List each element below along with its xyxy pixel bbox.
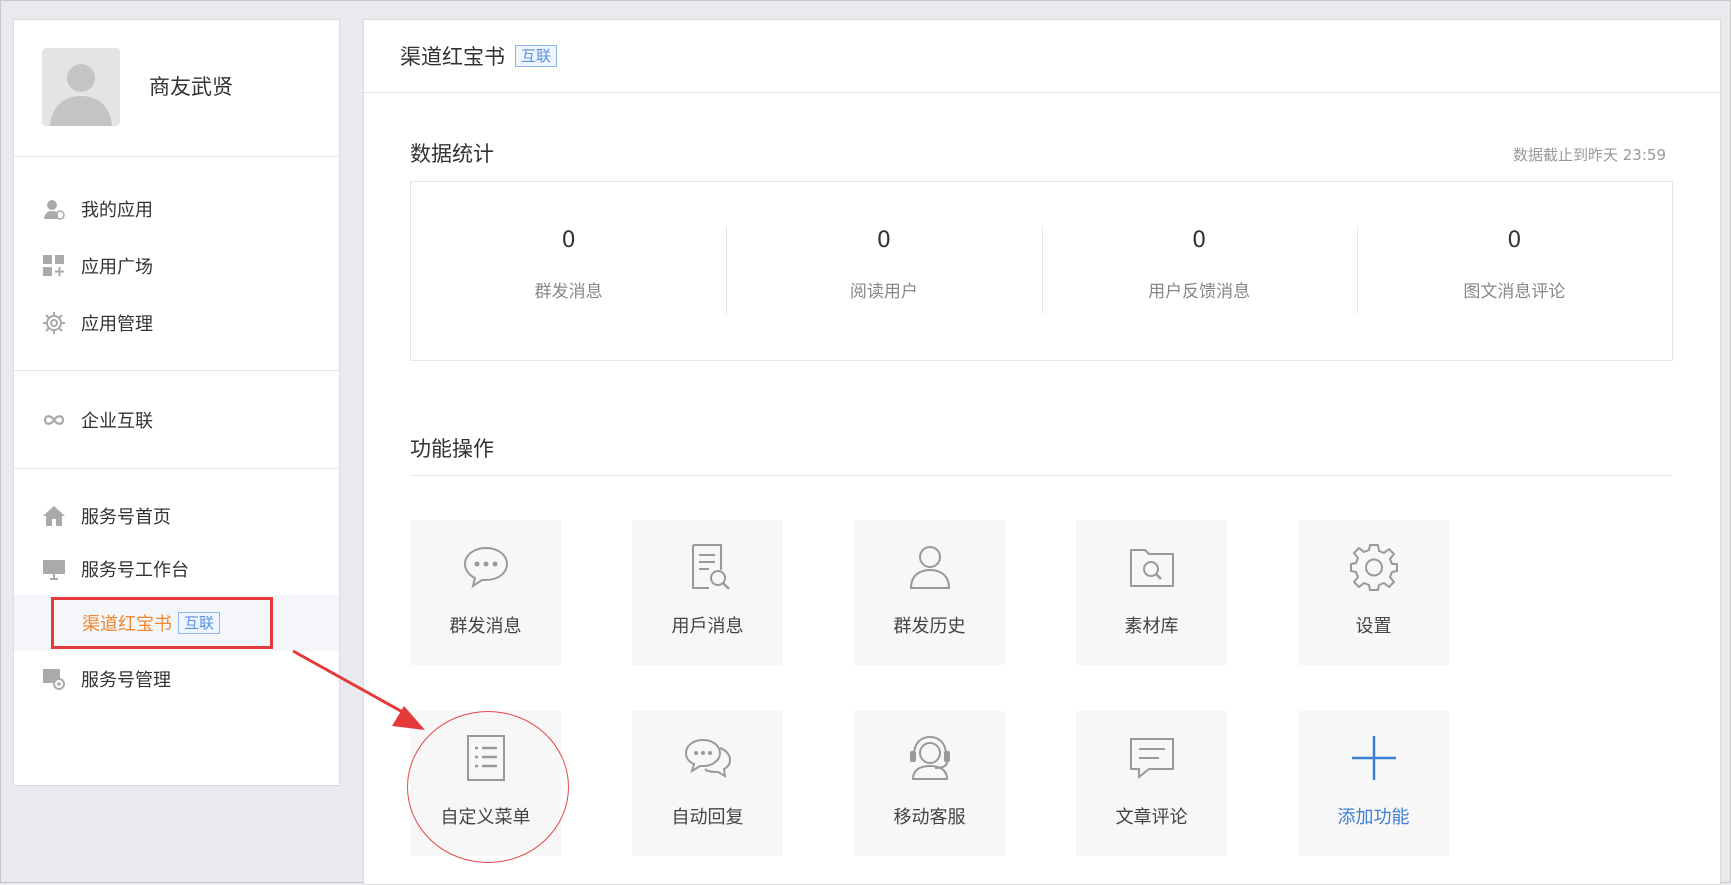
function-label: 素材库 xyxy=(1124,616,1179,637)
profile-area: 商友武贤 xyxy=(14,20,339,157)
function-tile-mobile-service[interactable]: 移动客服 xyxy=(854,711,1005,856)
function-tile-mass-history[interactable]: 群发历史 xyxy=(854,520,1005,665)
sidebar-item-label: 企业互联 xyxy=(81,410,153,432)
stat-label: 用户反馈消息 xyxy=(1148,282,1251,302)
function-label: 用戶消息 xyxy=(671,616,744,637)
section-divider xyxy=(410,475,1672,476)
avatar[interactable] xyxy=(42,48,120,126)
sidebar-item-label: 应用广场 xyxy=(81,256,153,278)
function-tile-settings[interactable]: 设置 xyxy=(1298,520,1449,665)
plus-icon xyxy=(1349,733,1399,783)
stats-title: 数据统计 xyxy=(410,142,494,166)
person-icon xyxy=(905,542,955,592)
stat-value: 0 xyxy=(1192,228,1207,253)
stat-card[interactable]: 0 阅读用户 xyxy=(726,182,1041,360)
function-tile-custom-menu[interactable]: 自定义菜单 xyxy=(410,711,561,856)
stat-value: 0 xyxy=(876,228,891,253)
sidebar-item-label: 服务号管理 xyxy=(81,670,171,691)
title-tag: 互联 xyxy=(515,45,558,67)
user-name: 商友武贤 xyxy=(149,75,233,99)
user-app-icon xyxy=(41,196,67,222)
stats-box: 0 群发消息 0 阅读用户 0 用户反馈消息 0 图文消息评论 xyxy=(410,181,1673,361)
document-search-icon xyxy=(683,542,733,592)
stat-label: 图文消息评论 xyxy=(1463,282,1566,302)
settings-gear-icon xyxy=(1349,542,1399,592)
sidebar-item-my-apps[interactable]: 我的应用 xyxy=(14,180,339,237)
stat-card[interactable]: 0 群发消息 xyxy=(411,182,726,360)
sidebar-item-service-manage[interactable]: 服务号管理 xyxy=(14,651,339,707)
stat-card[interactable]: 0 图文消息评论 xyxy=(1356,182,1672,360)
highlight-box: 渠道红宝书 互联 xyxy=(51,597,273,649)
function-label: 文章评论 xyxy=(1115,807,1188,828)
menu-list-icon xyxy=(461,733,511,783)
function-tile-auto-reply[interactable]: 自动回复 xyxy=(632,711,783,856)
sidebar-subitem-label: 渠道红宝书 xyxy=(82,614,172,635)
stat-card[interactable]: 0 用户反馈消息 xyxy=(1041,182,1357,360)
comment-box-icon xyxy=(1127,733,1177,783)
function-tile-article-comment[interactable]: 文章评论 xyxy=(1076,711,1227,856)
chat-bubble-icon xyxy=(461,542,511,592)
home-icon xyxy=(41,503,67,529)
sidebar-item-label: 服务号工作台 xyxy=(81,559,189,581)
sidebar-item-service-workbench[interactable]: 服务号工作台 xyxy=(14,542,339,595)
sidebar-item-label: 应用管理 xyxy=(81,313,153,335)
sidebar-item-label: 服务号首页 xyxy=(81,506,171,528)
interconnect-tag: 互联 xyxy=(178,612,221,634)
sidebar-item-enterprise-link[interactable]: 企业互联 xyxy=(14,391,339,448)
chat-double-icon xyxy=(683,733,733,783)
main-panel: 渠道红宝书 互联 数据统计 数据截止到昨天 23:59 0 群发消息 0 阅读用… xyxy=(363,19,1721,885)
function-tile-material-library[interactable]: 素材库 xyxy=(1076,520,1227,665)
sidebar-item-app-manage[interactable]: 应用管理 xyxy=(14,294,339,351)
sidebar: 商友武贤 我的应用 应用广场 应用管理 企业互联 服务号首页 服务号工作台 渠道… xyxy=(13,19,340,786)
sidebar-item-service-home[interactable]: 服务号首页 xyxy=(14,489,339,542)
stat-value: 0 xyxy=(1507,228,1522,253)
function-label: 添加功能 xyxy=(1337,807,1410,828)
function-label: 群发历史 xyxy=(893,616,966,637)
function-label: 移动客服 xyxy=(893,807,966,828)
main-header: 渠道红宝书 互联 xyxy=(364,20,1720,93)
manage-gear-icon xyxy=(41,666,67,692)
headset-icon xyxy=(905,733,955,783)
function-label: 群发消息 xyxy=(449,616,522,637)
function-tile-add-function[interactable]: 添加功能 xyxy=(1298,711,1449,856)
page-title: 渠道红宝书 xyxy=(400,45,505,69)
stats-note: 数据截止到昨天 23:59 xyxy=(1513,146,1666,164)
function-label: 自动回复 xyxy=(671,807,744,828)
function-tile-mass-message[interactable]: 群发消息 xyxy=(410,520,561,665)
stat-value: 0 xyxy=(561,228,576,253)
nav-group-apps: 我的应用 应用广场 应用管理 xyxy=(14,157,339,371)
sidebar-item-label: 我的应用 xyxy=(81,199,153,221)
nav-group-interconnect: 企业互联 xyxy=(14,371,339,469)
stat-label: 群发消息 xyxy=(534,282,603,302)
nav-group-service: 服务号首页 服务号工作台 渠道红宝书 互联 服务号管理 xyxy=(14,469,339,707)
sidebar-item-app-plaza[interactable]: 应用广场 xyxy=(14,237,339,294)
function-label: 自定义菜单 xyxy=(440,807,531,828)
sidebar-subitem-active[interactable]: 渠道红宝书 互联 xyxy=(14,595,339,651)
folder-search-icon xyxy=(1127,542,1177,592)
stat-label: 阅读用户 xyxy=(849,282,918,302)
function-label: 设置 xyxy=(1355,616,1392,637)
function-tile-user-message[interactable]: 用戶消息 xyxy=(632,520,783,665)
grid-plus-icon xyxy=(41,253,67,279)
gear-icon xyxy=(41,310,67,336)
monitor-icon xyxy=(41,556,67,582)
link-icon xyxy=(41,407,67,433)
functions-title: 功能操作 xyxy=(410,437,494,461)
